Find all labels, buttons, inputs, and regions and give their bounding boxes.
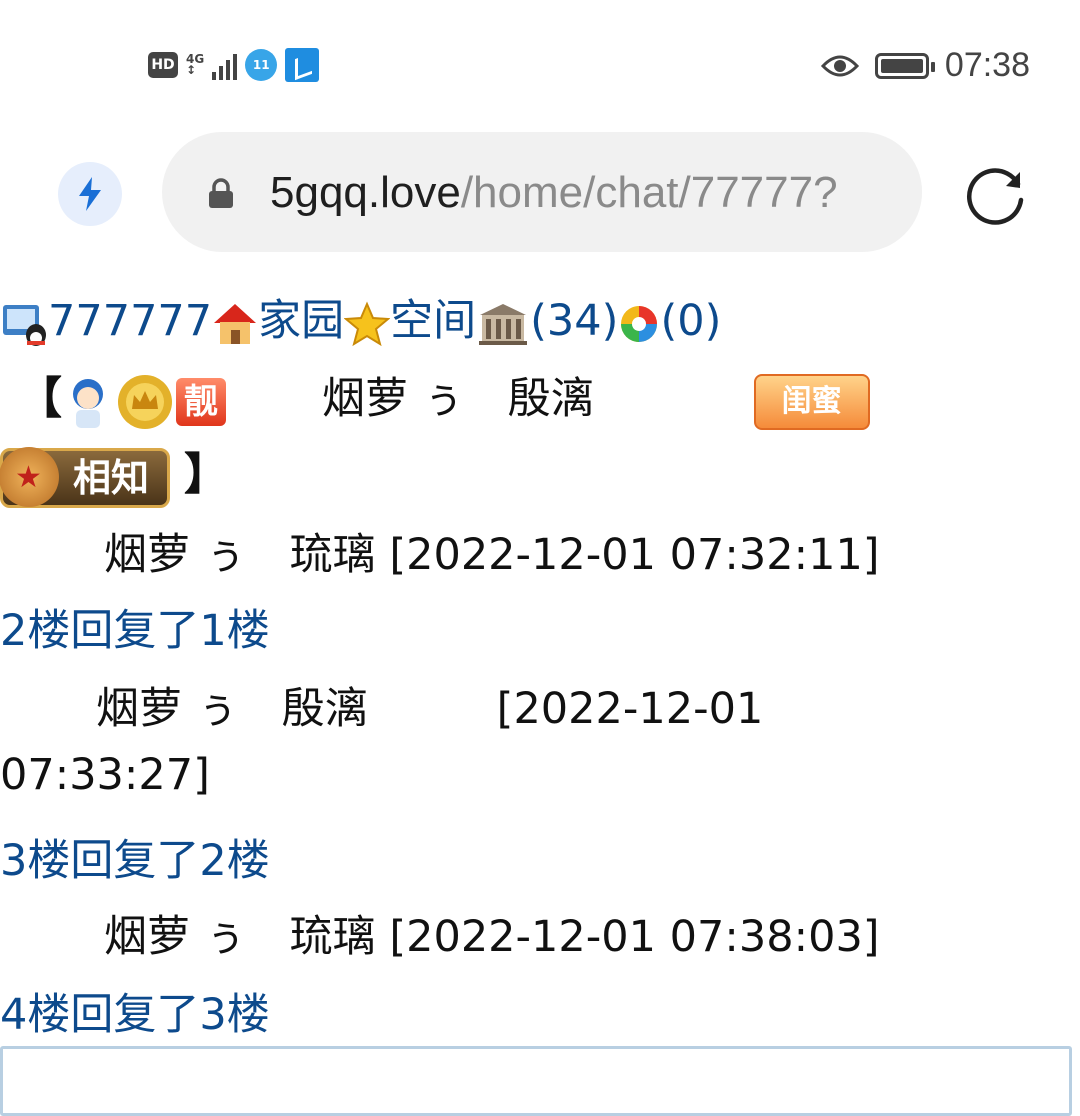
header-username: 烟萝 ぅ 殷漓 [322,374,594,424]
url-domain: 5gqq.love [270,168,461,217]
lightning-icon[interactable] [58,162,122,226]
reload-icon[interactable] [962,160,1030,228]
hd-icon: HD [148,52,178,78]
avatar-icon [73,378,103,428]
star-icon [344,300,391,346]
home-link[interactable]: 家园 [258,296,344,346]
network-type: 4G ↕ [186,52,205,77]
clock: 07:38 [944,46,1030,84]
battery-icon [874,52,935,79]
user-id-link[interactable]: 777777 [48,296,212,346]
status-bar: HD 4G ↕ 11 07:38 [0,0,1080,130]
url-path: /home/chat/77777? [460,168,838,217]
reply-link[interactable]: 3楼回复了2楼 [0,826,270,888]
reply-link[interactable]: 2楼回复了1楼 [0,596,270,658]
nav-line: 777777 家园 空间 (34) (0) [0,286,721,348]
url-text: 5gqq.love/home/chat/77777? [270,168,838,218]
bolt-shape [79,177,101,211]
space-link[interactable]: 空间 [390,296,476,346]
reply-link[interactable]: 4楼回复了3楼 [0,980,270,1042]
user-header-cont: 相知】 [0,438,228,508]
eye-icon [820,55,859,76]
guimi-badge: 闺蜜 [753,373,870,430]
count-a-link[interactable]: (34) [530,296,618,346]
message-meta: 烟萝 ぅ 琉璃 [2022-12-01 07:32:11] [104,530,880,580]
message-input[interactable] [0,1046,1072,1116]
xiangzhi-badge: 相知 [0,446,171,508]
notification-badge-icon: 11 [245,49,278,81]
crown-medal-icon [118,374,172,429]
message-meta: 烟萝 ぅ 殷漓 [2022-12-01 [96,684,764,734]
lock-icon [209,178,233,208]
signal-icon [212,50,238,80]
shuai-badge: 靓 [176,377,226,426]
home-icon [214,303,257,344]
app-notification-icon [285,48,320,82]
bracket-close: 】 [184,449,229,500]
message-meta-cont: 07:33:27] [0,750,210,800]
count-b-link[interactable]: (0) [660,296,721,346]
url-bar[interactable]: 5gqq.love/home/chat/77777? [162,132,922,252]
building-icon [479,303,528,345]
user-header: 【 靓 烟萝 ぅ 殷漓 闺蜜 [18,362,870,433]
bracket-open: 【 [18,373,62,424]
qq-computer-icon [3,304,46,346]
message-meta: 烟萝 ぅ 琉璃 [2022-12-01 07:38:03] [104,912,880,962]
aperture-icon [621,305,658,342]
